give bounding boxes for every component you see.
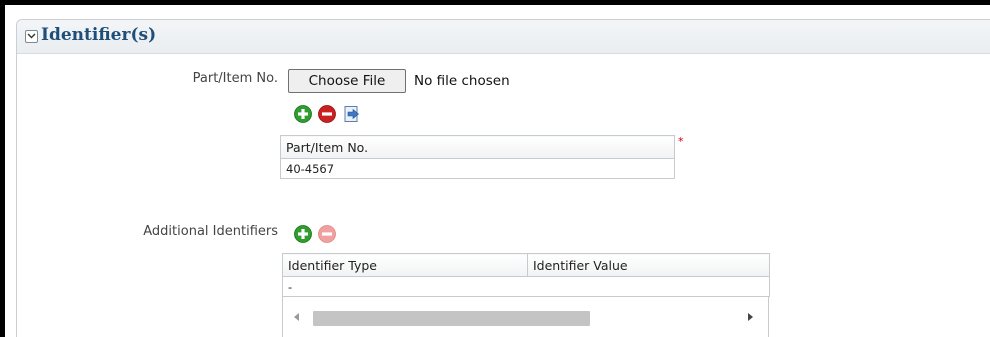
remove-icon [318,225,336,243]
column-header[interactable]: Identifier Type [282,253,528,277]
remove-icon[interactable] [318,105,336,123]
part-item-label: Part/Item No. [192,71,278,86]
table-cell[interactable]: 40-4567 [280,158,675,179]
additional-identifiers-table-container: Identifier Type Identifier Value - [282,253,770,337]
horizontal-scrollbar[interactable] [289,309,761,327]
file-status-text: No file chosen [414,73,510,89]
collapse-chevron-icon[interactable] [25,30,38,43]
column-header[interactable]: Identifier Value [527,253,770,277]
table-header-row: Identifier Type Identifier Value [282,253,770,277]
table-cell[interactable]: - [282,276,528,297]
scroll-thumb[interactable] [313,311,590,326]
scroll-left-icon[interactable] [294,313,299,321]
table-row[interactable]: - [282,276,770,297]
scroll-right-icon[interactable] [748,313,753,321]
add-icon[interactable] [294,225,312,243]
add-icon[interactable] [294,105,312,123]
choose-file-button[interactable]: Choose File [288,69,406,93]
import-icon[interactable] [343,105,361,123]
panel-header: Identifier(s) [17,20,990,54]
table-cell[interactable] [527,276,770,297]
window-frame: Identifier(s) Part/Item No. Choose File … [5,5,990,337]
table-header-row: Part/Item No. [280,135,675,159]
section-title: Identifier(s) [41,25,157,45]
part-item-table: Part/Item No. 40-4567 [280,135,675,179]
additional-identifiers-table: Identifier Type Identifier Value - [282,253,770,297]
additional-identifiers-label: Additional Identifiers [143,224,278,239]
column-header[interactable]: Part/Item No. [280,135,675,159]
table-row[interactable]: 40-4567 [280,158,675,179]
required-marker: * [678,135,684,148]
